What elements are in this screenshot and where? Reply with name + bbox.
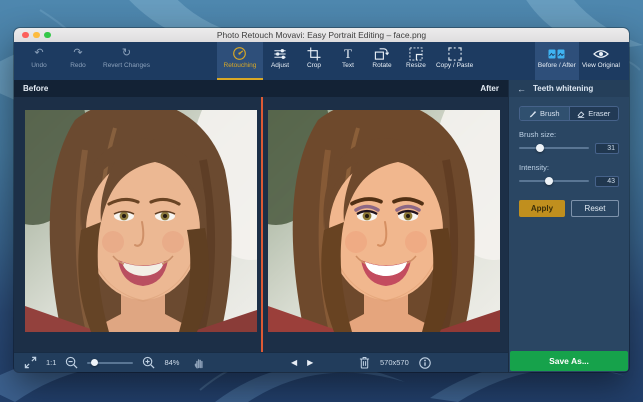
tab-retouching[interactable]: Retouching [216, 42, 263, 80]
minimize-window-button[interactable] [33, 31, 40, 39]
save-as-button[interactable]: Save As... [510, 351, 628, 371]
brush-size-value: 31 [595, 142, 619, 154]
fullscreen-window-button[interactable] [44, 31, 51, 39]
panel-header: ← Teeth whitening [509, 80, 629, 97]
text-icon: T [344, 45, 352, 61]
copy-paste-icon [447, 46, 462, 61]
eraser-button[interactable]: Eraser [568, 107, 619, 120]
zoom-level: 84% [164, 358, 180, 367]
app-window: Photo Retouch Movavi: Easy Portrait Edit… [14, 28, 629, 372]
compare-divider[interactable] [261, 97, 263, 352]
eye-icon [593, 46, 609, 61]
revert-icon: ↻ [121, 47, 132, 59]
intensity-label: Intensity: [519, 163, 550, 172]
tab-resize[interactable]: Resize [399, 42, 433, 80]
reset-button[interactable]: Reset [571, 200, 619, 217]
tab-copy-paste[interactable]: Copy / Paste [433, 42, 476, 80]
fit-to-screen-button[interactable] [24, 356, 37, 369]
after-image [268, 110, 500, 332]
titlebar: Photo Retouch Movavi: Easy Portrait Edit… [14, 28, 629, 42]
brush-eraser-toggle: Brush Eraser [519, 106, 619, 121]
tab-rotate-label: Rotate [372, 62, 392, 69]
resize-icon [409, 46, 423, 61]
revert-label: Revert Changes [103, 62, 150, 69]
eraser-label: Eraser [588, 109, 611, 118]
image-canvas[interactable] [14, 97, 508, 352]
tab-rotate[interactable]: Rotate [365, 42, 399, 80]
zoom-out-button[interactable] [65, 356, 78, 369]
tab-retouching-label: Retouching [223, 62, 257, 69]
tab-text[interactable]: T Text [331, 42, 365, 80]
undo-button[interactable]: ↶ Undo [22, 42, 56, 80]
panel-title: Teeth whitening [533, 84, 594, 93]
info-button[interactable] [419, 356, 431, 369]
before-after-label: Before / After [537, 62, 576, 69]
intensity-value: 43 [595, 175, 619, 187]
brush-button[interactable]: Brush [520, 107, 569, 120]
actual-size-button[interactable]: 1:1 [46, 358, 56, 367]
crop-icon [307, 46, 321, 61]
before-label: Before [23, 84, 49, 93]
compare-view: Before After 1:1 84% ◀ ▶ 570x570 [14, 80, 508, 372]
before-image [25, 110, 257, 332]
after-makeup-overlay [350, 197, 424, 276]
zoom-slider-thumb[interactable] [90, 359, 98, 366]
traffic-lights [22, 28, 51, 42]
tab-adjust-label: Adjust [270, 62, 290, 69]
image-dimensions: 570x570 [380, 358, 409, 367]
delete-image-button[interactable] [359, 356, 370, 369]
main-toolbar: ↶ Undo ↷ Redo ↻ Revert Changes Retouchin… [14, 42, 629, 80]
close-window-button[interactable] [22, 31, 29, 39]
brush-icon [529, 110, 536, 117]
back-icon[interactable]: ← [517, 84, 526, 94]
intensity-slider[interactable] [519, 175, 589, 187]
view-original-label: View Original [581, 62, 620, 69]
brush-label: Brush [539, 109, 560, 118]
rotate-icon [374, 46, 390, 61]
eraser-icon [577, 110, 585, 118]
tab-crop-label: Crop [306, 62, 322, 69]
redo-label: Redo [70, 62, 86, 69]
brush-size-slider-thumb[interactable] [536, 144, 544, 152]
status-bar: 1:1 84% ◀ ▶ 570x570 [14, 352, 508, 372]
redo-icon: ↷ [73, 47, 83, 59]
tab-text-label: Text [342, 62, 354, 69]
before-after-toggle[interactable]: Before / After [534, 42, 579, 80]
zoom-in-button[interactable] [142, 356, 155, 369]
after-label: After [480, 84, 499, 93]
tab-crop[interactable]: Crop [297, 42, 331, 80]
previous-image-button[interactable]: ◀ [291, 358, 297, 367]
revert-changes-button[interactable]: ↻ Revert Changes [100, 42, 153, 80]
undo-label: Undo [31, 62, 47, 69]
brush-size-label: Brush size: [519, 130, 557, 139]
intensity-slider-thumb[interactable] [545, 177, 554, 185]
retouching-icon [232, 46, 247, 61]
tab-copy-paste-label: Copy / Paste [435, 62, 474, 69]
apply-button[interactable]: Apply [519, 200, 565, 217]
view-original-button[interactable]: View Original [579, 42, 623, 80]
next-image-button[interactable]: ▶ [307, 358, 313, 367]
brush-size-slider[interactable] [519, 142, 589, 154]
tool-panel: ← Teeth whitening Brush Eraser Brush siz… [508, 80, 629, 372]
tab-resize-label: Resize [406, 62, 426, 69]
before-after-icon [548, 46, 565, 61]
compare-header: Before After [14, 80, 508, 97]
tab-adjust[interactable]: Adjust [263, 42, 297, 80]
hand-tool-button[interactable] [194, 356, 205, 369]
zoom-slider[interactable] [87, 358, 134, 368]
undo-icon: ↶ [34, 47, 44, 59]
window-title: Photo Retouch Movavi: Easy Portrait Edit… [216, 30, 427, 40]
adjust-icon [273, 46, 287, 61]
redo-button[interactable]: ↷ Redo [61, 42, 95, 80]
